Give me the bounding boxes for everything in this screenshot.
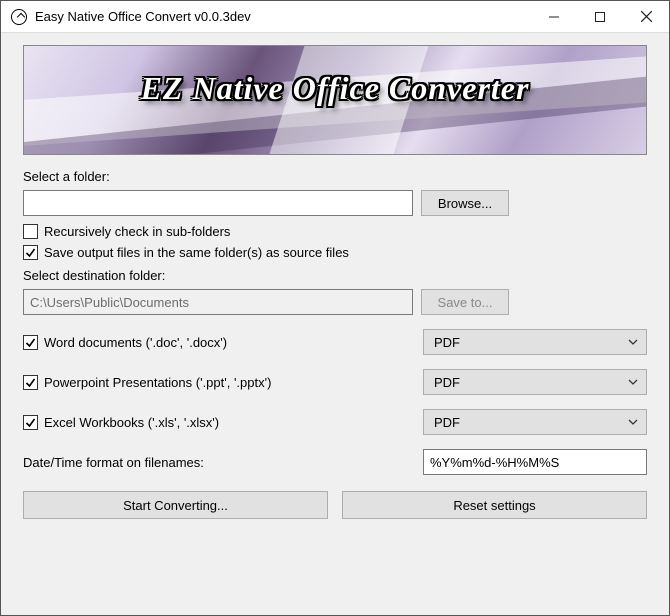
- datetime-format-input[interactable]: [423, 449, 647, 475]
- save-same-label: Save output files in the same folder(s) …: [44, 245, 349, 260]
- ppt-format-value: PDF: [434, 375, 460, 390]
- chevron-down-icon: [628, 337, 638, 347]
- reset-settings-button[interactable]: Reset settings: [342, 491, 647, 519]
- recursive-checkbox[interactable]: [23, 224, 38, 239]
- word-checkbox[interactable]: [23, 335, 38, 350]
- content-area: EZ Native Office Converter Select a fold…: [1, 33, 669, 615]
- banner-title: EZ Native Office Converter: [24, 46, 646, 107]
- recursive-label: Recursively check in sub-folders: [44, 224, 230, 239]
- maximize-button[interactable]: [577, 1, 623, 33]
- xls-label: Excel Workbooks ('.xls', '.xlsx'): [44, 415, 219, 430]
- chevron-down-icon: [628, 417, 638, 427]
- titlebar: Easy Native Office Convert v0.0.3dev: [1, 1, 669, 33]
- word-format-value: PDF: [434, 335, 460, 350]
- word-format-select[interactable]: PDF: [423, 329, 647, 355]
- xls-checkbox[interactable]: [23, 415, 38, 430]
- word-label: Word documents ('.doc', '.docx'): [44, 335, 227, 350]
- save-same-checkbox[interactable]: [23, 245, 38, 260]
- save-to-button: Save to...: [421, 289, 509, 315]
- app-icon: [11, 9, 27, 25]
- minimize-button[interactable]: [531, 1, 577, 33]
- window-title: Easy Native Office Convert v0.0.3dev: [35, 9, 251, 24]
- banner: EZ Native Office Converter: [23, 45, 647, 155]
- ppt-format-select[interactable]: PDF: [423, 369, 647, 395]
- select-dest-label: Select destination folder:: [23, 268, 647, 283]
- ppt-label: Powerpoint Presentations ('.ppt', '.pptx…: [44, 375, 271, 390]
- source-folder-input[interactable]: [23, 190, 413, 216]
- start-converting-button[interactable]: Start Converting...: [23, 491, 328, 519]
- datetime-label: Date/Time format on filenames:: [23, 455, 204, 470]
- xls-format-value: PDF: [434, 415, 460, 430]
- dest-folder-input: [23, 289, 413, 315]
- chevron-down-icon: [628, 377, 638, 387]
- xls-format-select[interactable]: PDF: [423, 409, 647, 435]
- close-button[interactable]: [623, 1, 669, 33]
- browse-button[interactable]: Browse...: [421, 190, 509, 216]
- ppt-checkbox[interactable]: [23, 375, 38, 390]
- select-folder-label: Select a folder:: [23, 169, 647, 184]
